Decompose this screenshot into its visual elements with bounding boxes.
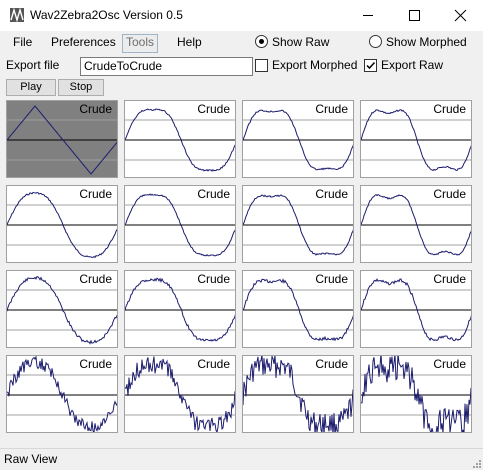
waveform-grid: Crude Crude Crude Crude Crude Crude Crude Crude… (0, 97, 478, 442)
app-icon (10, 8, 24, 22)
waveform-label: Crude (313, 357, 350, 371)
waveform-cell[interactable]: Crude (6, 185, 118, 263)
close-icon (454, 9, 467, 22)
show-raw-label: Show Raw (272, 35, 330, 49)
waveform-cell[interactable]: Crude (360, 355, 472, 433)
maximize-button[interactable] (391, 0, 437, 31)
waveform-label: Crude (77, 357, 114, 371)
waveform-label: Crude (431, 272, 468, 286)
waveform-cell[interactable]: Crude (124, 270, 236, 348)
play-button[interactable]: Play (6, 79, 56, 96)
waveform-label: Crude (77, 102, 114, 116)
waveform-label: Crude (313, 272, 350, 286)
window-title: Wav2Zebra2Osc Version 0.5 (30, 8, 183, 22)
vertical-scrollbar[interactable] (476, 97, 483, 442)
export-raw-label: Export Raw (381, 58, 444, 72)
waveform-cell[interactable]: Crude (242, 100, 354, 178)
waveform-cell[interactable]: Crude (6, 355, 118, 433)
waveform-label: Crude (195, 272, 232, 286)
checkbox-unchecked-icon (255, 59, 268, 72)
title-bar: Wav2Zebra2Osc Version 0.5 (0, 0, 483, 31)
status-bar: Raw View (0, 448, 483, 470)
waveform-cell[interactable]: Crude (6, 100, 118, 178)
waveform-cell[interactable]: Crude (242, 355, 354, 433)
waveform-cell[interactable]: Crude (6, 270, 118, 348)
waveform-cell[interactable]: Crude (360, 270, 472, 348)
export-file-label: Export file (6, 58, 60, 72)
status-text: Raw View (4, 452, 58, 466)
waveform-label: Crude (431, 187, 468, 201)
menu-preferences[interactable]: Preferences (48, 34, 119, 51)
close-button[interactable] (437, 0, 483, 31)
waveform-cell[interactable]: Crude (124, 355, 236, 433)
waveform-cell[interactable]: Crude (124, 100, 236, 178)
waveform-cell[interactable]: Crude (360, 100, 472, 178)
waveform-label: Crude (195, 357, 232, 371)
waveform-label: Crude (313, 102, 350, 116)
menu-tools[interactable]: Tools (122, 34, 159, 53)
export-morphed-label: Export Morphed (272, 58, 358, 72)
waveform-label: Crude (431, 357, 468, 371)
show-morphed-label: Show Morphed (386, 35, 467, 49)
menu-file[interactable]: File (10, 34, 35, 51)
waveform-cell[interactable]: Crude (242, 185, 354, 263)
waveform-label: Crude (431, 102, 468, 116)
minimize-button[interactable] (345, 0, 391, 31)
export-file-input[interactable]: CrudeToCrude (80, 57, 253, 76)
minimize-icon (363, 15, 373, 16)
maximize-icon (409, 10, 420, 21)
waveform-label: Crude (77, 272, 114, 286)
stop-button[interactable]: Stop (58, 79, 104, 96)
checkbox-checked-icon (364, 59, 377, 72)
menu-help[interactable]: Help (174, 34, 205, 51)
radio-selected-icon (255, 35, 268, 48)
waveform-label: Crude (313, 187, 350, 201)
waveform-label: Crude (195, 187, 232, 201)
resize-grip-icon[interactable] (471, 458, 481, 468)
waveform-cell[interactable]: Crude (360, 185, 472, 263)
radio-unselected-icon (369, 35, 382, 48)
waveform-cell[interactable]: Crude (124, 185, 236, 263)
waveform-label: Crude (195, 102, 232, 116)
waveform-label: Crude (77, 187, 114, 201)
waveform-cell[interactable]: Crude (242, 270, 354, 348)
